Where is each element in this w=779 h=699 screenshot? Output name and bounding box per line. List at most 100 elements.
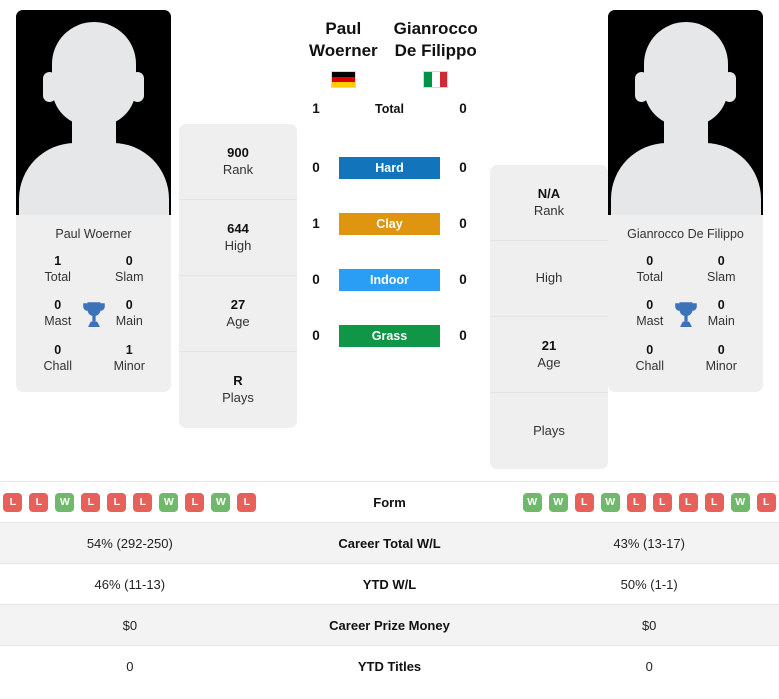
left-titles-minor-label: Minor bbox=[113, 358, 145, 373]
right-plays-label: Plays bbox=[533, 422, 565, 438]
h2h-surface-badge-grass: Grass bbox=[339, 324, 440, 347]
table-cell-left: 46% (11-13) bbox=[94, 576, 166, 592]
right-titles-slam-label: Slam bbox=[707, 269, 736, 284]
h2h-row-total: 1 Total 0 bbox=[301, 94, 478, 124]
right-form-cell: WWLWLLLLWL bbox=[519, 492, 779, 512]
h2h-right-score: 0 bbox=[459, 328, 467, 343]
left-titles-slam-label: Slam bbox=[115, 269, 144, 284]
h2h-left-score: 1 bbox=[312, 101, 320, 116]
player-comparison-page: Paul Woerner 1 Total 0 Slam 0 Mast 0 Mai… bbox=[0, 0, 779, 699]
left-player-photo-card: Paul Woerner 1 Total 0 Slam 0 Mast 0 Mai… bbox=[16, 10, 171, 393]
titles-row-chall-minor: 0 Chall 1 Minor bbox=[22, 342, 165, 375]
right-titles-chall-label: Chall bbox=[635, 358, 665, 373]
right-titles-total-value: 0 bbox=[646, 253, 654, 268]
form-badge-w: W bbox=[211, 492, 231, 512]
left-player-titles-grid: 1 Total 0 Slam 0 Mast 0 Main 0 Chall 1 M… bbox=[16, 247, 171, 383]
left-flag-wrap bbox=[307, 70, 380, 88]
h2h-right-score: 0 bbox=[459, 101, 467, 116]
right-titles-slam-value: 0 bbox=[717, 253, 725, 268]
right-age-label: Age bbox=[537, 354, 561, 370]
left-age-value: 27 bbox=[230, 296, 246, 312]
left-age-label: Age bbox=[226, 313, 250, 329]
right-ranking-column: N/A Rank High 21 Age Plays bbox=[490, 10, 608, 469]
table-row: 0 YTD Titles 0 bbox=[0, 645, 779, 686]
right-rank-cell-age: 21 Age bbox=[490, 317, 608, 393]
h2h-right-score: 0 bbox=[459, 272, 467, 287]
left-player-name-slot: Paul Woerner bbox=[301, 10, 386, 88]
table-row: L L W L L L W L W L Form W W L W L L L L W L bbox=[0, 481, 779, 522]
table-row: $0 Career Prize Money $0 bbox=[0, 604, 779, 645]
table-row: 54% (292-250) Career Total W/L 43% (13-17) bbox=[0, 522, 779, 563]
comparison-table: L L W L L L W L W L Form W W L W L L L L W L 54% (292-250) Car… bbox=[0, 481, 779, 686]
h2h-left-score: 0 bbox=[312, 160, 320, 175]
left-titles-total-value: 1 bbox=[54, 253, 62, 268]
right-flag-wrap bbox=[392, 70, 480, 88]
form-badge-l: L bbox=[652, 492, 672, 512]
left-high-label: High bbox=[224, 237, 252, 253]
trophy-icon bbox=[82, 302, 105, 328]
form-badge-w: W bbox=[55, 492, 75, 512]
form-badge-l: L bbox=[133, 492, 153, 512]
table-cell-right: 43% (13-17) bbox=[613, 535, 685, 551]
right-rank-cell-plays: Plays bbox=[490, 393, 608, 469]
h2h-row-clay: 1 Clay 0 bbox=[301, 209, 478, 239]
right-age-value: 21 bbox=[541, 337, 557, 353]
table-cell-right: 0 bbox=[645, 658, 653, 674]
left-rank-cell-rank: 900 Rank bbox=[179, 124, 297, 200]
right-titles-minor: 0 Minor bbox=[686, 342, 758, 375]
left-player-photo bbox=[16, 10, 171, 215]
right-titles-minor-label: Minor bbox=[705, 358, 737, 373]
left-titles-minor-value: 1 bbox=[125, 342, 133, 357]
left-player-photo-caption: Paul Woerner bbox=[55, 227, 132, 241]
table-row-label: Career Prize Money bbox=[329, 617, 450, 633]
table-row: 46% (11-13) YTD W/L 50% (1-1) bbox=[0, 563, 779, 604]
right-player-photo-card: Gianrocco De Filippo 0 Total 0 Slam 0 Ma… bbox=[608, 10, 763, 393]
right-player-photo-caption: Gianrocco De Filippo bbox=[627, 227, 744, 241]
silhouette-ear-right-icon bbox=[131, 72, 144, 102]
form-badge-l: L bbox=[626, 492, 646, 512]
right-titles-total-label: Total bbox=[636, 269, 663, 284]
h2h-surface-badge-total: Total bbox=[375, 101, 404, 116]
left-player-name: Paul Woerner bbox=[309, 19, 378, 60]
left-rank-cell-plays: R Plays bbox=[179, 352, 297, 428]
right-ranking-card: N/A Rank High 21 Age Plays bbox=[490, 165, 608, 469]
comparison-header: Paul Woerner 1 Total 0 Slam 0 Mast 0 Mai… bbox=[0, 0, 779, 469]
right-titles-minor-value: 0 bbox=[717, 342, 725, 357]
left-rank-value: 900 bbox=[227, 144, 249, 160]
left-ranking-card: 900 Rank 644 High 27 Age R Plays bbox=[179, 124, 297, 428]
table-row-label: Career Total W/L bbox=[338, 535, 441, 551]
form-badge-w: W bbox=[600, 492, 620, 512]
left-titles-slam-value: 0 bbox=[125, 253, 133, 268]
form-badge-w: W bbox=[548, 492, 568, 512]
form-badge-l: L bbox=[185, 492, 205, 512]
form-badge-l: L bbox=[756, 492, 776, 512]
h2h-right-score: 0 bbox=[459, 160, 467, 175]
germany-flag-icon bbox=[330, 70, 356, 88]
head-to-head-rows: 1 Total 0 0 Hard 0 1 Clay 0 0 Indoor 0 0 Grass 0 bbox=[301, 94, 478, 351]
left-ranking-column: 900 Rank 644 High 27 Age R Plays bbox=[179, 10, 297, 428]
form-badge-l: L bbox=[574, 492, 594, 512]
h2h-left-score: 1 bbox=[312, 216, 320, 231]
right-player-name: Gianrocco De Filippo bbox=[393, 19, 478, 60]
table-cell-right: 50% (1-1) bbox=[620, 576, 678, 592]
table-cell-left: 54% (292-250) bbox=[86, 535, 173, 551]
right-titles-chall: 0 Chall bbox=[614, 342, 686, 375]
silhouette-ear-right-icon bbox=[723, 72, 736, 102]
left-titles-total: 1 Total bbox=[22, 253, 94, 286]
left-rank-cell-high: 644 High bbox=[179, 200, 297, 276]
left-rank-label: Rank bbox=[222, 161, 254, 177]
h2h-left-score: 0 bbox=[312, 272, 320, 287]
left-form-cell: LLWLLLWLWL bbox=[0, 492, 260, 512]
trophy-icon bbox=[674, 302, 697, 328]
right-high-label: High bbox=[535, 270, 563, 286]
form-badge-l: L bbox=[237, 492, 257, 512]
right-rank-cell-rank: N/A Rank bbox=[490, 165, 608, 241]
left-plays-label: Plays bbox=[222, 390, 254, 405]
right-player-card: Gianrocco De Filippo 0 Total 0 Slam 0 Ma… bbox=[608, 10, 763, 393]
h2h-surface-badge-indoor: Indoor bbox=[339, 268, 440, 291]
right-titles-slam: 0 Slam bbox=[686, 253, 758, 286]
table-cell-right: $0 bbox=[641, 617, 657, 633]
left-rank-cell-age: 27 Age bbox=[179, 276, 297, 352]
titles-row-chall-minor: 0 Chall 0 Minor bbox=[614, 342, 757, 375]
h2h-row-hard: 0 Hard 0 bbox=[301, 153, 478, 183]
